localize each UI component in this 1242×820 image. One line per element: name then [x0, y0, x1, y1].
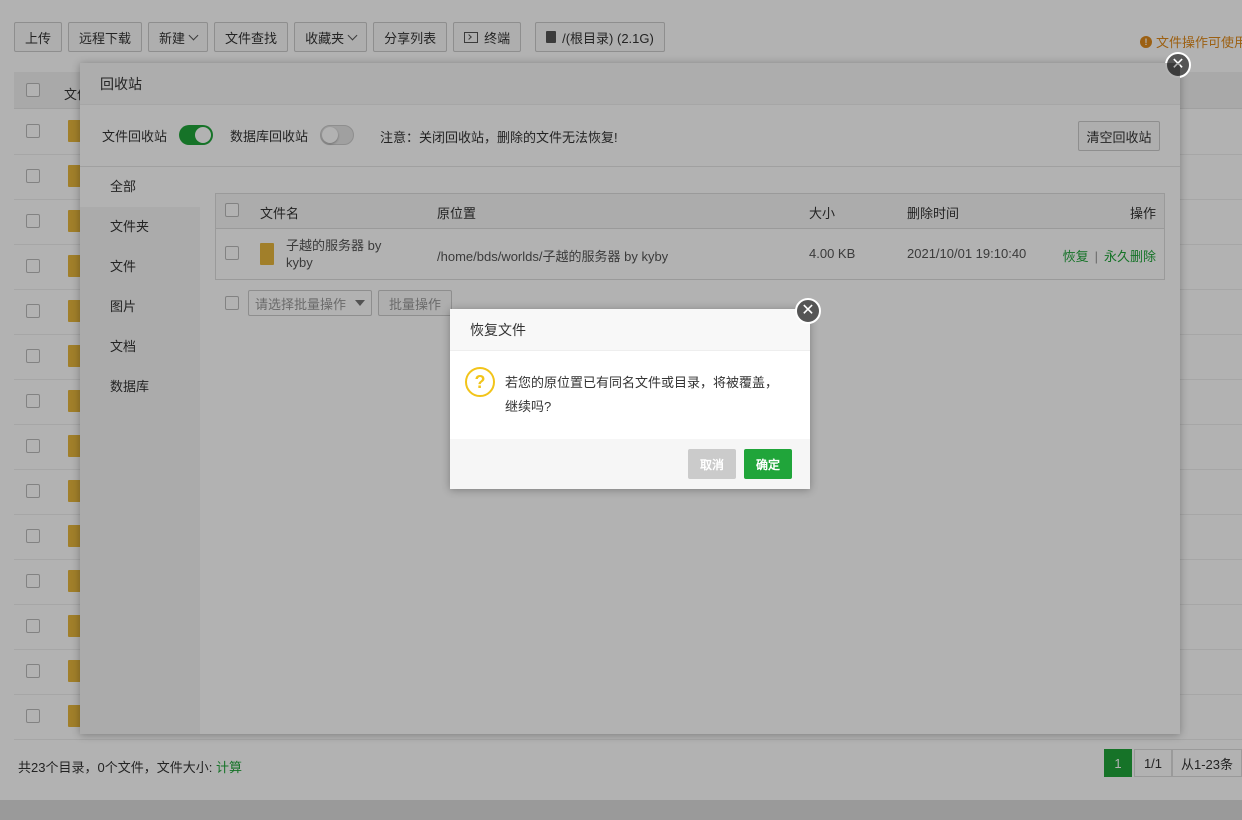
confirm-title: 恢复文件	[450, 309, 810, 351]
confirm-message: 若您的原位置已有同名文件或目录，将被覆盖，继续吗?	[505, 375, 779, 414]
close-dialog-icon[interactable]: ✕	[795, 298, 821, 324]
confirm-button[interactable]: 确定	[744, 449, 792, 479]
cancel-button[interactable]: 取消	[688, 449, 736, 479]
restore-confirm-dialog: 恢复文件 ? 若您的原位置已有同名文件或目录，将被覆盖，继续吗? 取消 确定	[450, 309, 810, 489]
confirm-body: ? 若您的原位置已有同名文件或目录，将被覆盖，继续吗?	[450, 351, 810, 439]
question-icon: ?	[465, 367, 495, 397]
confirm-footer: 取消 确定	[450, 439, 810, 489]
